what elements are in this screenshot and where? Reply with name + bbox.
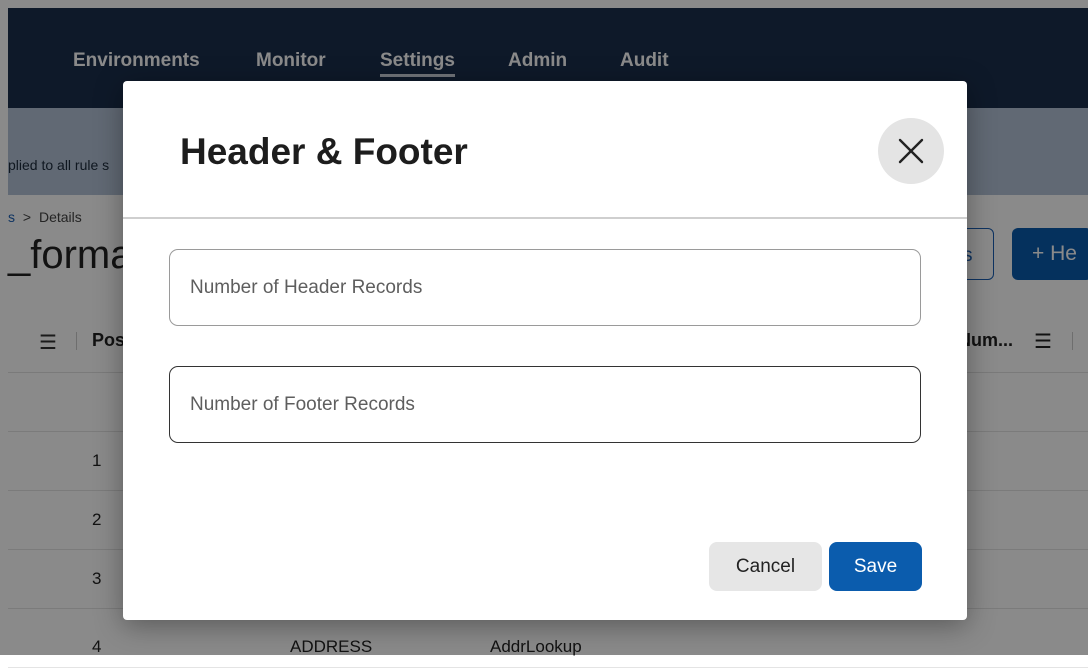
close-icon (898, 138, 924, 164)
header-footer-dialog: Header & Footer Cancel Save (123, 81, 967, 620)
header-records-input[interactable] (169, 249, 921, 326)
cancel-button[interactable]: Cancel (709, 542, 822, 591)
save-button[interactable]: Save (829, 542, 922, 591)
close-button[interactable] (878, 118, 944, 184)
dialog-title: Header & Footer (180, 131, 468, 172)
footer-records-input[interactable] (169, 366, 921, 443)
dialog-divider (123, 217, 967, 219)
